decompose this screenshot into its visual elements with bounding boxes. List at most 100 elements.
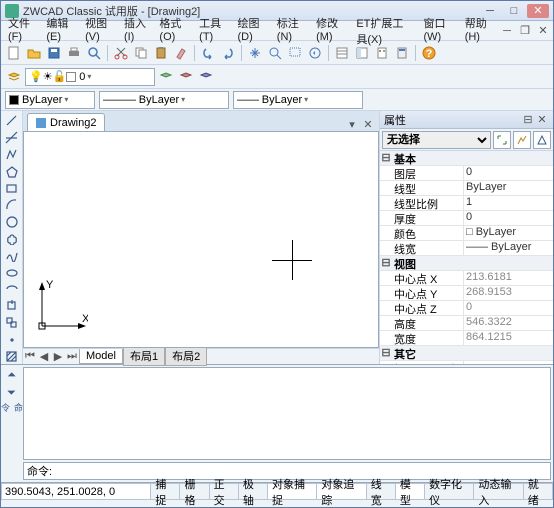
rectangle-tool[interactable] (3, 180, 21, 196)
status-toggle[interactable]: 捕捉 (151, 483, 180, 500)
status-toggle[interactable]: 正交 (210, 483, 239, 500)
paste-button[interactable] (152, 44, 170, 62)
zoom-realtime-button[interactable] (266, 44, 284, 62)
status-toggle[interactable]: 线宽 (367, 483, 396, 500)
status-toggle[interactable]: 对象追踪 (317, 483, 366, 500)
spline-tool[interactable] (3, 247, 21, 263)
expand-icon[interactable]: ⊟ (380, 256, 392, 270)
status-toggle[interactable]: 数字化仪 (425, 483, 474, 500)
layer-manager-button[interactable] (5, 68, 23, 86)
zoom-previous-button[interactable] (306, 44, 324, 62)
property-row[interactable]: 图层0 (380, 166, 553, 181)
tab-dropdown-button[interactable]: ▾ (345, 117, 359, 131)
layout-first-button[interactable]: ⏮ (23, 350, 37, 364)
property-category[interactable]: ⊟基本 (380, 151, 553, 166)
xline-tool[interactable] (3, 130, 21, 146)
toggle-pick-button[interactable] (493, 131, 511, 149)
block-tool[interactable] (3, 315, 21, 331)
undo-button[interactable] (199, 44, 217, 62)
command-log[interactable] (23, 367, 551, 460)
document-tab[interactable]: Drawing2 (27, 113, 105, 131)
expand-icon[interactable]: ⊟ (380, 151, 392, 165)
property-row[interactable]: 打开UCS图标是 (380, 361, 553, 364)
polygon-tool[interactable] (3, 163, 21, 179)
properties-pin-button[interactable]: ⊟ (521, 113, 535, 126)
tab-close-button[interactable]: ✕ (361, 117, 375, 131)
tool-palettes-button[interactable] (373, 44, 391, 62)
drawing-canvas[interactable]: X Y (23, 131, 379, 348)
hatch-tool[interactable] (3, 348, 21, 364)
status-toggle[interactable]: 极轴 (239, 483, 268, 500)
close-button[interactable]: ✕ (527, 4, 549, 18)
quick-select-button[interactable] (513, 131, 531, 149)
mdi-close-button[interactable]: ✕ (535, 24, 551, 38)
save-button[interactable] (45, 44, 63, 62)
copy-button[interactable] (132, 44, 150, 62)
property-row[interactable]: 厚度0 (380, 211, 553, 226)
property-row[interactable]: 线型ByLayer (380, 181, 553, 196)
layout-prev-button[interactable]: ◀ (37, 350, 51, 364)
property-category[interactable]: ⊟其它 (380, 346, 553, 361)
open-button[interactable] (25, 44, 43, 62)
layout-tab-1[interactable]: 布局1 (123, 347, 165, 366)
redo-button[interactable] (219, 44, 237, 62)
cmd-nav-button[interactable]: ⏶ (4, 367, 20, 383)
status-toggle[interactable]: 就绪 (524, 483, 553, 500)
ellipse-arc-tool[interactable] (3, 281, 21, 297)
layer-dropdown[interactable]: 💡☀🔓 0 ▾ (25, 68, 155, 86)
design-center-button[interactable] (353, 44, 371, 62)
line-tool[interactable] (3, 113, 21, 129)
property-row[interactable]: 线型比例1 (380, 196, 553, 211)
status-toggle[interactable]: 模型 (396, 483, 425, 500)
insert-tool[interactable] (3, 298, 21, 314)
linetype-dropdown[interactable]: ——— ByLayer▾ (99, 91, 229, 109)
zoom-window-button[interactable] (286, 44, 304, 62)
menu-item[interactable]: 帮助(H) (460, 13, 499, 49)
lineweight-dropdown[interactable]: —— ByLayer▾ (233, 91, 363, 109)
mdi-restore-button[interactable]: ❐ (517, 24, 533, 38)
property-row[interactable]: 中心点 Z0 (380, 301, 553, 316)
print-button[interactable] (65, 44, 83, 62)
property-row[interactable]: 中心点 X213.6181 (380, 271, 553, 286)
cut-button[interactable] (112, 44, 130, 62)
preview-button[interactable] (85, 44, 103, 62)
layer-prev-button[interactable] (157, 68, 175, 86)
revcloud-tool[interactable] (3, 231, 21, 247)
arc-tool[interactable] (3, 197, 21, 213)
select-objects-button[interactable] (533, 131, 551, 149)
properties-close-button[interactable]: ✕ (535, 113, 549, 126)
property-category[interactable]: ⊟视图 (380, 256, 553, 271)
layer-states-button[interactable] (177, 68, 195, 86)
new-button[interactable] (5, 44, 23, 62)
layer-iso-button[interactable] (197, 68, 215, 86)
ellipse-tool[interactable] (3, 264, 21, 280)
property-row[interactable]: 线宽—— ByLayer (380, 241, 553, 256)
properties-button[interactable] (333, 44, 351, 62)
property-row[interactable]: 中心点 Y268.9153 (380, 286, 553, 301)
status-toggle[interactable]: 栅格 (180, 483, 209, 500)
maximize-button[interactable]: □ (503, 4, 525, 18)
layout-tab-2[interactable]: 布局2 (165, 347, 207, 366)
property-row[interactable]: 颜色□ ByLayer (380, 226, 553, 241)
color-dropdown[interactable]: ByLayer▾ (5, 91, 95, 109)
polyline-tool[interactable] (3, 147, 21, 163)
property-row[interactable]: 高度546.3322 (380, 316, 553, 331)
status-toggle[interactable]: 动态输入 (474, 483, 523, 500)
selection-dropdown[interactable]: 无选择 (382, 131, 491, 149)
mdi-minimize-button[interactable]: ─ (499, 24, 515, 38)
pan-button[interactable] (246, 44, 264, 62)
help-button[interactable]: ? (420, 44, 438, 62)
circle-tool[interactable] (3, 214, 21, 230)
layout-last-button[interactable]: ⏭ (65, 350, 79, 364)
expand-icon[interactable]: ⊟ (380, 346, 392, 360)
point-tool[interactable] (3, 331, 21, 347)
coordinate-display[interactable]: 390.5043, 251.0028, 0 (1, 483, 151, 500)
layout-next-button[interactable]: ▶ (51, 350, 65, 364)
layout-tab-model[interactable]: Model (79, 349, 123, 364)
calculator-button[interactable] (393, 44, 411, 62)
properties-grid[interactable]: ⊟基本图层0线型ByLayer线型比例1厚度0颜色□ ByLayer线宽—— B… (380, 151, 553, 364)
status-toggle[interactable]: 对象捕捉 (268, 483, 317, 500)
match-button[interactable] (172, 44, 190, 62)
cmd-nav-button[interactable]: ⏷ (4, 385, 20, 401)
property-row[interactable]: 宽度864.1215 (380, 331, 553, 346)
